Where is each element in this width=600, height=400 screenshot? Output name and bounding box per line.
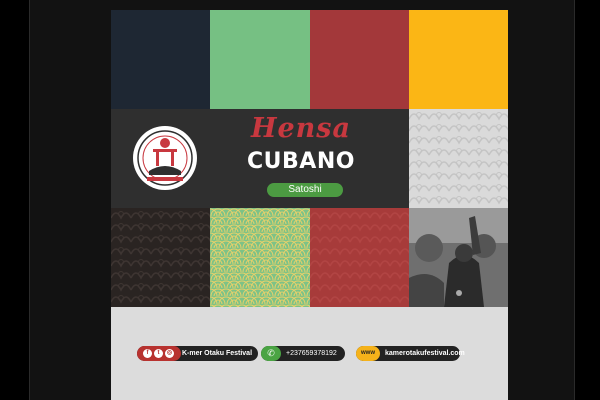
website-pill[interactable]: www kamerotakufestival.com xyxy=(356,346,465,361)
instagram-icon[interactable]: ◎ xyxy=(165,349,174,358)
poster: Hensa CUBANO Satoshi f t ◎ K-mer Otaku F… xyxy=(111,10,508,400)
swatch-green xyxy=(210,10,310,109)
pattern-red-clouds xyxy=(309,208,410,307)
whatsapp-icon: ✆ xyxy=(261,346,281,361)
crowd-photo xyxy=(408,208,508,307)
twitter-icon[interactable]: t xyxy=(154,349,163,358)
facebook-icon[interactable]: f xyxy=(143,349,152,358)
title-script: Hensa xyxy=(250,113,351,144)
title-main: CUBANO xyxy=(247,149,355,174)
website-url: kamerotakufestival.com xyxy=(385,350,465,357)
swatch-yellow xyxy=(408,10,508,109)
pattern-waves-dark xyxy=(111,208,211,307)
social-pill[interactable]: f t ◎ K-mer Otaku Festival xyxy=(137,346,258,361)
web-prefix: www xyxy=(356,346,380,361)
pattern-seigaiha xyxy=(210,208,311,307)
phone-pill[interactable]: ✆ +237659378192 xyxy=(261,346,345,361)
swatch-red xyxy=(309,10,409,109)
swatch-navy xyxy=(111,10,211,109)
phone-number: +237659378192 xyxy=(286,350,337,357)
festival-logo xyxy=(131,121,199,195)
social-name: K-mer Otaku Festival xyxy=(182,350,253,357)
pattern-waves-light xyxy=(408,109,508,208)
subtitle-pill: Satoshi xyxy=(267,183,343,197)
title-panel: Hensa CUBANO Satoshi xyxy=(111,109,409,208)
footer: f t ◎ K-mer Otaku Festival ✆ +2376593781… xyxy=(111,307,508,400)
